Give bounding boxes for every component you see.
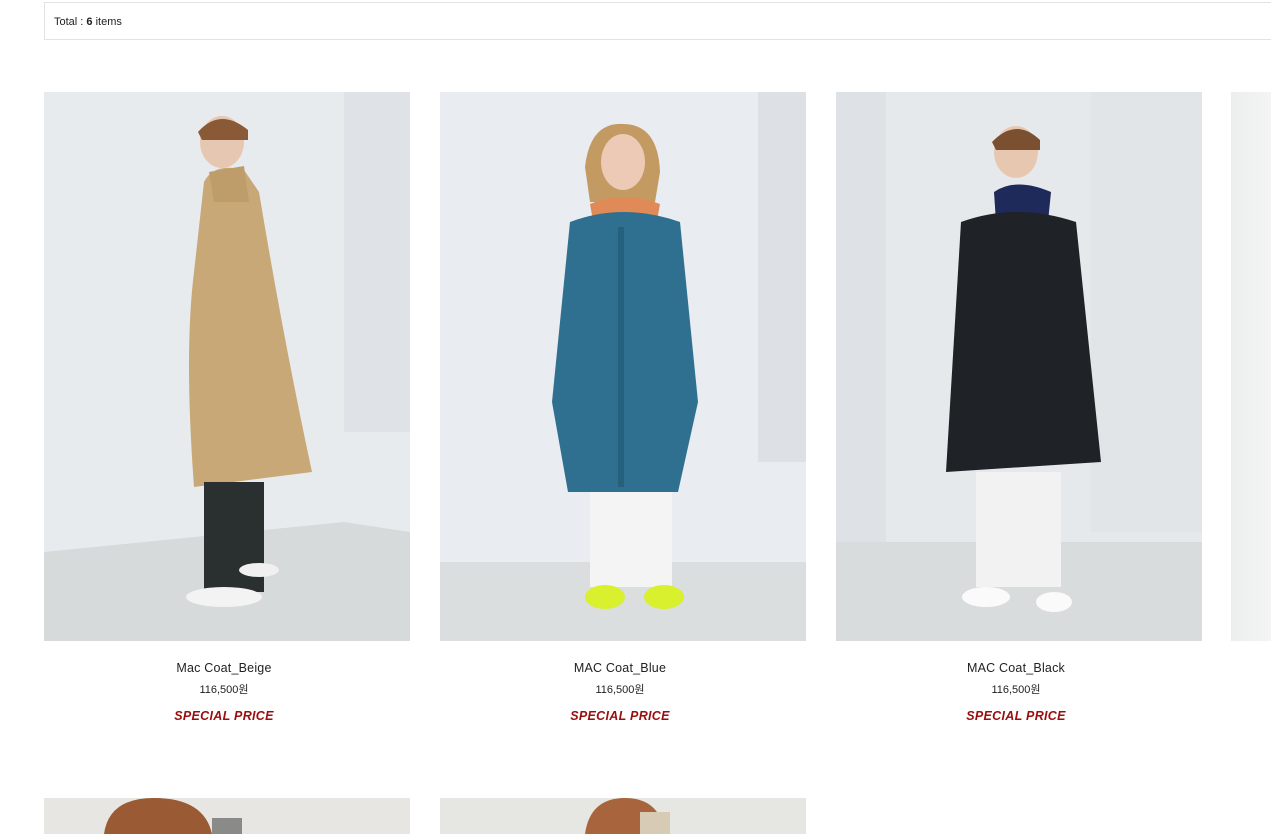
product-image-black-coat[interactable] [836, 92, 1202, 641]
product-price: 116,500원 [199, 684, 249, 696]
product-image-blue-coat[interactable] [440, 92, 806, 641]
product-card[interactable]: MAC Coat_Black 116,500원 SPECIAL PRICE [836, 92, 1202, 723]
special-price-badge: SPECIAL PRICE [174, 709, 274, 723]
product-price: 116,500원 [595, 684, 645, 696]
total-label: Total : [54, 16, 87, 28]
product-name[interactable]: Mac Coat_Beige [44, 661, 410, 675]
product-image-row2-2[interactable] [440, 798, 806, 834]
product-card[interactable]: Mac Coat_Beige 116,500원 SPECIAL PRICE [44, 92, 410, 723]
total-suffix: items [92, 16, 122, 28]
product-image-beige-coat[interactable] [44, 92, 410, 641]
product-name[interactable]: MAC Coat_Black [836, 661, 1202, 675]
special-price-badge: SPECIAL PRICE [570, 709, 670, 723]
special-price-badge: SPECIAL PRICE [966, 709, 1066, 723]
product-image-partial[interactable] [1231, 92, 1271, 641]
product-image-row2-1[interactable] [44, 798, 410, 834]
product-card[interactable]: MAC Coat_Blue 116,500원 SPECIAL PRICE [440, 92, 806, 723]
product-price: 116,500원 [991, 684, 1041, 696]
total-items-bar: Total : 6 items [44, 2, 1271, 40]
product-name[interactable]: MAC Coat_Blue [440, 661, 806, 675]
